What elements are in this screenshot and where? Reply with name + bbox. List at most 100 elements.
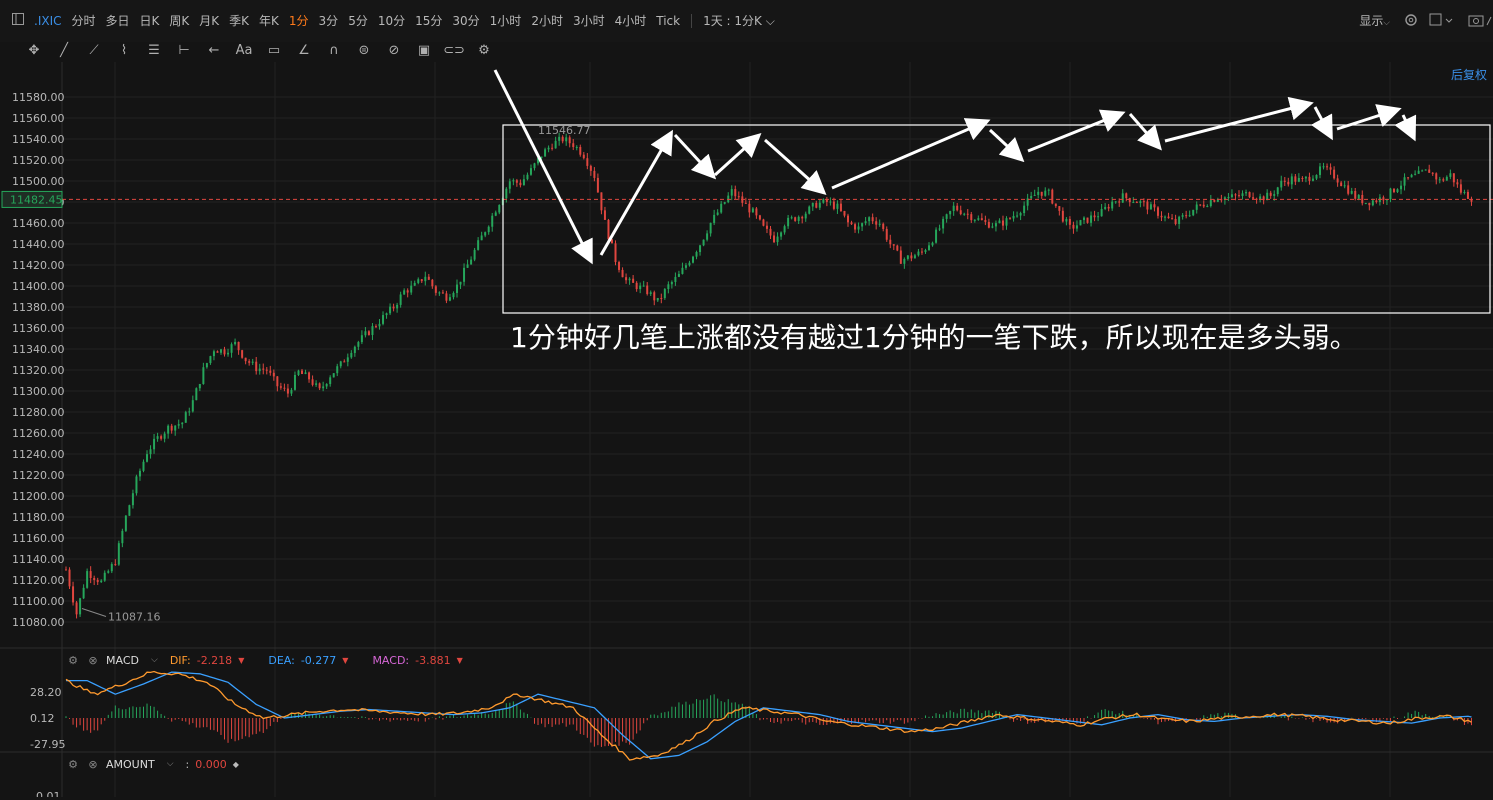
timeframe-tab[interactable]: 30分 — [447, 6, 484, 36]
timeframe-tab[interactable]: 5分 — [343, 6, 373, 36]
timeframe-tab[interactable]: 3分 — [314, 6, 344, 36]
price-tick-label: 11180.00 — [12, 511, 65, 524]
line-icon[interactable]: ╱ — [54, 40, 74, 60]
candle-body — [1068, 218, 1071, 225]
timeframe-tab[interactable]: 多日 — [101, 6, 135, 36]
range-selector[interactable]: 1天 : 1分K ⌵ — [698, 6, 780, 36]
measure-icon[interactable]: ⊢ — [174, 40, 194, 60]
chart-area[interactable]: 11580.00 11560.00 11540.00 11520.00 11500.00… — [0, 62, 1493, 800]
magnet-icon[interactable]: ∩ — [324, 40, 344, 60]
timeframe-tab[interactable]: 4小时 — [610, 6, 652, 36]
chevron-down-icon[interactable]: ⌵ — [167, 759, 174, 769]
camera-icon[interactable] — [1465, 12, 1493, 31]
chart-svg[interactable]: 11580.00 11560.00 11540.00 11520.00 11500.00… — [0, 62, 1493, 800]
candle-body — [149, 449, 152, 455]
candle-body — [1086, 217, 1089, 223]
timeframe-tab[interactable]: 1分 — [284, 6, 314, 36]
timeframe-tab[interactable]: 2小时 — [526, 6, 568, 36]
price-tick-label: 11420.00 — [12, 259, 65, 272]
settings-icon[interactable]: ⚙ — [474, 40, 494, 60]
candle-body — [480, 235, 483, 241]
candle-body — [998, 220, 1001, 224]
candle-body — [1107, 206, 1110, 209]
timeframe-tab[interactable]: 月K — [194, 6, 224, 36]
candle-body — [699, 245, 702, 253]
trend-arrow — [1027, 109, 1126, 153]
candle-body — [529, 168, 532, 175]
link-icon[interactable]: ⊂⊃ — [443, 40, 465, 60]
move-icon[interactable]: ✥ — [24, 40, 44, 60]
candle-body — [269, 370, 272, 373]
note-icon[interactable]: ▭ — [264, 40, 284, 60]
timeframe-tab[interactable]: Tick — [651, 6, 685, 36]
candle-body — [515, 180, 518, 183]
timeframe-tab[interactable]: 日K — [135, 6, 165, 36]
symbol-label[interactable]: .IXIC — [29, 6, 67, 36]
price-tick-label: 11140.00 — [12, 553, 65, 566]
candle-body — [452, 292, 455, 298]
trash-icon[interactable]: ▣ — [414, 40, 434, 60]
timeframe-tab[interactable]: 15分 — [410, 6, 447, 36]
candle-body — [603, 210, 606, 220]
candle-body — [1178, 216, 1181, 224]
eye-icon[interactable]: ⊘ — [384, 40, 404, 60]
candle-body — [642, 285, 645, 287]
candle-body — [639, 285, 642, 290]
candle-body — [1368, 202, 1371, 206]
timeframe-tab[interactable]: 年K — [254, 6, 284, 36]
price-tick-label: 11200.00 — [12, 490, 65, 503]
candle-body — [1237, 195, 1240, 197]
trend-arrow — [673, 133, 717, 180]
close-icon[interactable]: ⊗ — [86, 653, 100, 667]
candle-body — [1072, 224, 1075, 229]
timeframe-tab[interactable]: 10分 — [373, 6, 410, 36]
timeframe-tab[interactable]: 周K — [164, 6, 194, 36]
candle-body — [431, 279, 434, 287]
candle-body — [692, 256, 695, 263]
arrow-icon[interactable]: ← — [204, 40, 224, 60]
price-tick-label: 11080.00 — [12, 616, 65, 629]
candle-body — [434, 286, 437, 293]
display-menu[interactable]: 显示 ⌵ — [1354, 6, 1395, 36]
timeframe-tab[interactable]: 分时 — [67, 6, 101, 36]
lock-icon[interactable]: ⊜ — [354, 40, 374, 60]
candle-body — [1463, 191, 1466, 193]
candle-body — [297, 370, 300, 375]
low-price-label: 11087.16 — [108, 610, 161, 623]
candle-body — [301, 370, 304, 374]
candle-body — [949, 211, 952, 215]
candle-body — [163, 433, 166, 439]
candle-body — [255, 361, 258, 372]
candle-body — [1195, 204, 1198, 210]
layout-icon[interactable] — [1429, 12, 1457, 31]
sidebar-toggle-icon[interactable] — [0, 6, 29, 36]
candle-body — [928, 245, 931, 251]
candle-body — [593, 170, 596, 178]
candle-body — [346, 357, 349, 362]
timeframe-tab[interactable]: 3小时 — [568, 6, 610, 36]
settings-icon[interactable] — [1403, 12, 1421, 30]
candle-body — [353, 346, 356, 353]
candle-body — [209, 356, 212, 364]
candle-body — [554, 140, 557, 149]
restore-rights-button[interactable]: 后复权 — [1451, 66, 1487, 83]
settings-icon[interactable]: ⚙ — [66, 653, 80, 667]
trend-icon[interactable]: ⟋ — [84, 40, 104, 60]
candle-body — [780, 232, 783, 237]
wave-icon[interactable]: ⌇ — [114, 40, 134, 60]
channel-icon[interactable]: ☰ — [144, 40, 164, 60]
candle-body — [846, 215, 849, 223]
text-icon[interactable]: Aa — [234, 40, 254, 60]
candle-body — [1047, 189, 1050, 191]
price-tick-label: 11100.00 — [12, 595, 65, 608]
chevron-down-icon[interactable]: ⌵ — [151, 655, 158, 665]
price-tick-label: 11520.00 — [12, 154, 65, 167]
candle-body — [1357, 195, 1360, 199]
timeframe-tab[interactable]: 季K — [224, 6, 254, 36]
dea-value: -0.277 — [300, 653, 337, 667]
settings-icon[interactable]: ⚙ — [66, 757, 80, 771]
candle-body — [350, 352, 353, 358]
timeframe-tab[interactable]: 1小时 — [485, 6, 527, 36]
ruler-icon[interactable]: ∠ — [294, 40, 314, 60]
close-icon[interactable]: ⊗ — [86, 757, 100, 771]
